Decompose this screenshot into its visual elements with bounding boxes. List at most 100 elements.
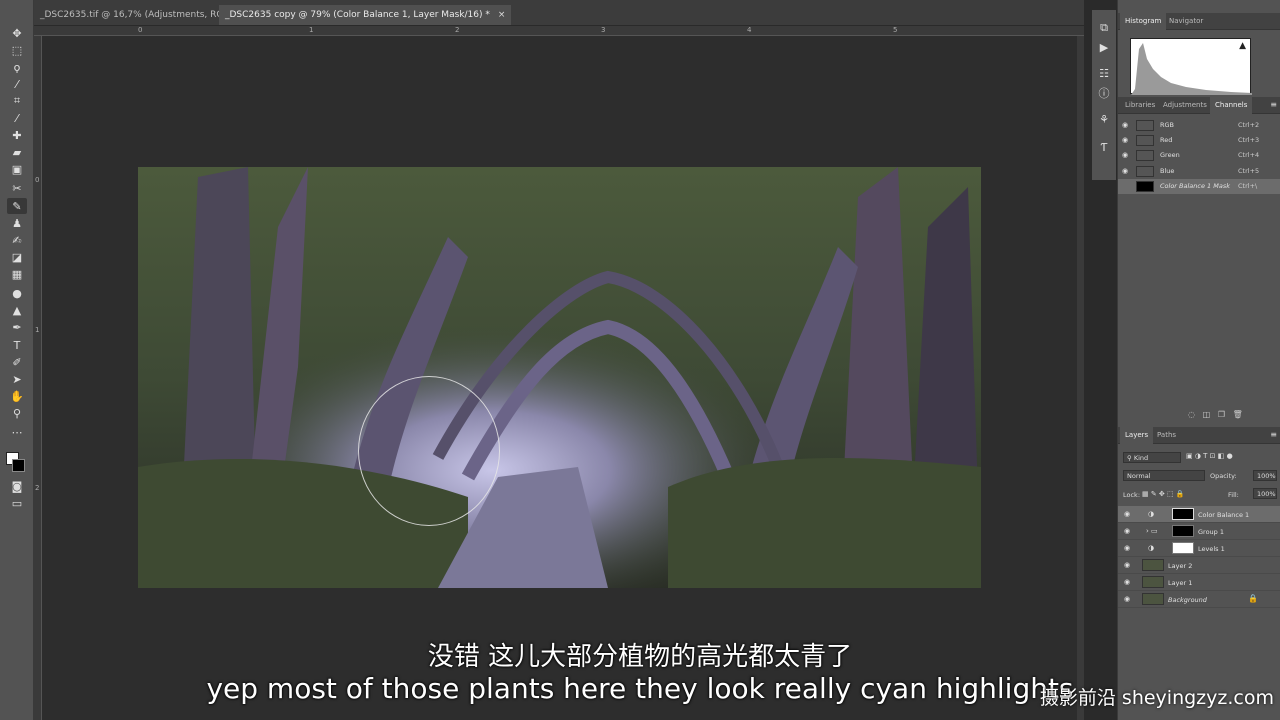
close-icon[interactable]: × xyxy=(498,10,506,20)
layers-panel-tabs: Layers Paths ≡ xyxy=(1118,427,1280,444)
blur-icon[interactable]: ● xyxy=(7,285,27,301)
lasso-icon[interactable]: ϙ xyxy=(7,59,27,75)
search-icon: ⚲ xyxy=(1127,454,1134,462)
warning-icon[interactable]: ▲ xyxy=(1239,41,1246,51)
hand-icon[interactable]: ✋ xyxy=(7,388,27,404)
layer-row-color-balance[interactable]: ◉ ◑ Color Balance 1 xyxy=(1118,506,1280,523)
tab-libraries[interactable]: Libraries xyxy=(1120,97,1160,114)
tab-channels[interactable]: Channels xyxy=(1210,97,1253,114)
layer-row-layer-2[interactable]: ◉ Layer 2 xyxy=(1118,557,1280,574)
pen-icon[interactable]: ✒ xyxy=(7,319,27,335)
channel-thumbnail xyxy=(1136,150,1154,161)
lock-icons[interactable]: ▦ ✎ ✥ ⬚ 🔒 xyxy=(1142,490,1185,498)
channel-name: Green xyxy=(1160,151,1180,159)
layer-row-levels[interactable]: ◉ ◑ Levels 1 xyxy=(1118,540,1280,557)
channel-row-rgb[interactable]: ◉ RGB Ctrl+2 xyxy=(1118,118,1280,133)
blend-mode-select[interactable]: Normal xyxy=(1123,470,1205,481)
play-icon[interactable]: ▶ xyxy=(1096,40,1112,56)
load-selection-icon[interactable]: ◌ xyxy=(1188,410,1195,419)
eye-icon[interactable]: ◉ xyxy=(1124,595,1130,603)
panel-menu-icon[interactable]: ≡ xyxy=(1270,430,1277,439)
layer-row-layer-1[interactable]: ◉ Layer 1 xyxy=(1118,574,1280,591)
patch-icon[interactable]: ▰ xyxy=(7,144,27,160)
zoom-icon[interactable]: ⚲ xyxy=(7,405,27,421)
history-icon[interactable]: ⧉ xyxy=(1096,20,1112,36)
layer-name: Layer 1 xyxy=(1168,579,1193,587)
dodge-icon[interactable]: ▲ xyxy=(7,302,27,318)
properties-icon[interactable]: ☷ xyxy=(1096,66,1112,82)
tab-paths[interactable]: Paths xyxy=(1152,427,1181,444)
panel-menu-icon[interactable]: ≡ xyxy=(1270,100,1277,109)
scissors-icon[interactable]: ✂ xyxy=(7,180,27,196)
layer-name: Group 1 xyxy=(1198,528,1224,536)
brush-settings-icon[interactable]: ⚘ xyxy=(1096,112,1112,128)
histogram-graph: ▲ xyxy=(1130,38,1252,95)
channel-row-red[interactable]: ◉ Red Ctrl+3 xyxy=(1118,133,1280,148)
eye-icon[interactable]: ◉ xyxy=(1122,136,1128,144)
type-icon[interactable]: T xyxy=(7,337,27,353)
path-select-icon[interactable]: ✐ xyxy=(7,354,27,370)
marquee-icon[interactable]: ⬚ xyxy=(7,42,27,58)
layer-mask-thumbnail xyxy=(1172,508,1194,520)
opacity-input[interactable]: 100% xyxy=(1253,470,1277,481)
eye-icon[interactable]: ◉ xyxy=(1124,527,1130,535)
history-brush-icon[interactable]: ✍ xyxy=(7,232,27,248)
channel-shortcut: Ctrl+\ xyxy=(1238,182,1258,190)
eye-icon[interactable]: ◉ xyxy=(1124,578,1130,586)
kind-filter-select[interactable]: ⚲ Kind xyxy=(1123,452,1181,463)
layer-row-background[interactable]: ◉ Background 🔒 xyxy=(1118,591,1280,608)
eye-icon[interactable]: ◉ xyxy=(1122,167,1128,175)
tab-adjustments[interactable]: Adjustments xyxy=(1158,97,1212,114)
new-channel-icon[interactable]: ❐ xyxy=(1218,410,1225,419)
background-color-swatch[interactable] xyxy=(12,459,25,472)
screen-mode-icon[interactable]: ▭ xyxy=(7,495,27,511)
frame-icon[interactable]: ▣ xyxy=(7,161,27,177)
channel-name: Blue xyxy=(1160,167,1175,175)
tab-document-2[interactable]: _DSC2635 copy @ 79% (Color Balance 1, La… xyxy=(219,5,512,25)
document-image[interactable] xyxy=(138,167,981,588)
quick-mask-icon[interactable]: ◙ xyxy=(7,478,27,494)
eye-icon[interactable]: ◉ xyxy=(1124,561,1130,569)
fill-input[interactable]: 100% xyxy=(1253,488,1277,499)
more-icon[interactable]: ⋯ xyxy=(7,424,27,440)
tab-layers[interactable]: Layers xyxy=(1120,427,1154,444)
gradient-icon[interactable]: ▦ xyxy=(7,266,27,282)
layer-name: Layer 2 xyxy=(1168,562,1193,570)
channel-row-mask[interactable]: Color Balance 1 Mask Ctrl+\ xyxy=(1118,179,1280,194)
direct-select-icon[interactable]: ➤ xyxy=(7,371,27,387)
save-selection-icon[interactable]: ◫ xyxy=(1203,410,1211,419)
eye-icon[interactable]: ◉ xyxy=(1124,544,1130,552)
vertical-scrollbar[interactable] xyxy=(1077,36,1084,720)
channel-row-blue[interactable]: ◉ Blue Ctrl+5 xyxy=(1118,164,1280,179)
ruler-label: 1 xyxy=(309,26,314,34)
tab-histogram[interactable]: Histogram xyxy=(1120,13,1167,30)
tab-navigator[interactable]: Navigator xyxy=(1164,13,1208,30)
channel-row-green[interactable]: ◉ Green Ctrl+4 xyxy=(1118,148,1280,163)
fill-value: 100% xyxy=(1257,490,1276,498)
tab-label: _DSC2635 copy @ 79% (Color Balance 1, La… xyxy=(225,10,490,20)
info-icon[interactable]: ⓘ xyxy=(1096,86,1112,102)
healing-icon[interactable]: ✚ xyxy=(7,127,27,143)
move-icon[interactable]: ✥ xyxy=(7,25,27,41)
crop-icon[interactable]: ⌗ xyxy=(7,93,27,109)
eraser-icon[interactable]: ◪ xyxy=(7,249,27,265)
text-tool-icon[interactable]: Ƭ xyxy=(1096,140,1112,156)
layer-filter-icons[interactable]: ▣ ◑ T ⊡ ◧ ● xyxy=(1186,452,1233,460)
trash-icon[interactable]: 🗑 xyxy=(1233,410,1243,419)
magic-wand-icon[interactable]: ⁄ xyxy=(7,76,27,92)
eye-icon[interactable]: ◉ xyxy=(1124,510,1130,518)
ruler-label: 2 xyxy=(35,484,40,492)
eye-icon[interactable]: ◉ xyxy=(1122,151,1128,159)
photoshop-window: ✥ ⬚ ϙ ⁄ ⌗ ⁄ ✚ ▰ ▣ ✂ ✎ ♟ ✍ ◪ ▦ ● ▲ ✒ T ✐ … xyxy=(0,0,1280,720)
kind-label: Kind xyxy=(1133,454,1149,462)
ruler-label: 4 xyxy=(747,26,752,34)
layer-name: Color Balance 1 xyxy=(1198,511,1250,519)
clone-stamp-icon[interactable]: ♟ xyxy=(7,215,27,231)
layer-row-group[interactable]: ◉ › ▭ Group 1 xyxy=(1118,523,1280,540)
layer-thumbnail xyxy=(1142,593,1164,605)
opacity-label: Opacity: xyxy=(1210,472,1237,480)
eye-icon[interactable]: ◉ xyxy=(1122,121,1128,129)
brush-icon[interactable]: ✎ xyxy=(7,198,27,214)
ruler-label: 3 xyxy=(601,26,606,34)
eyedropper-icon[interactable]: ⁄ xyxy=(7,110,27,126)
